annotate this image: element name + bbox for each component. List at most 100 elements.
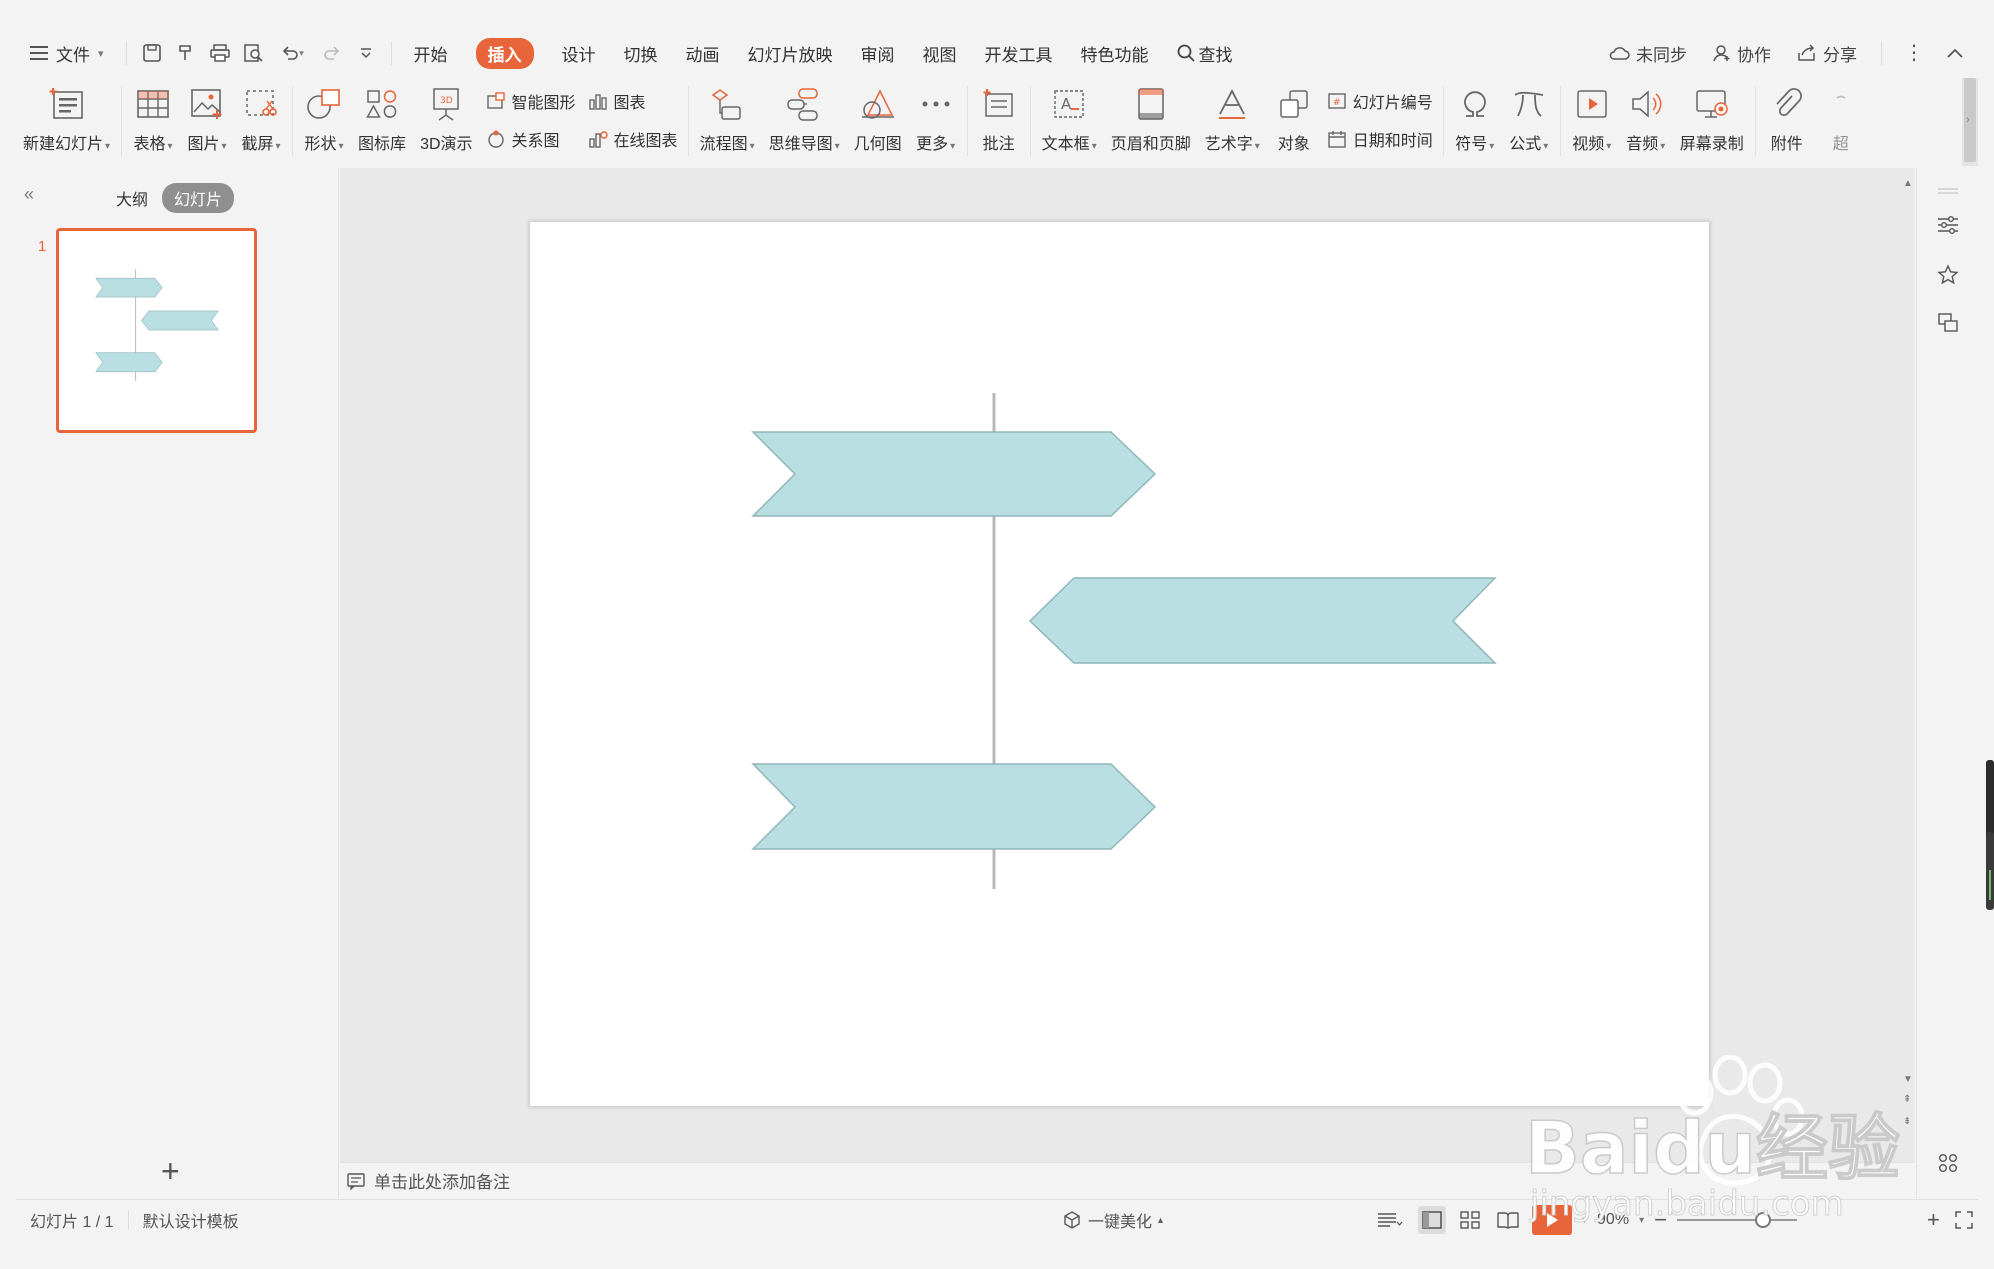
beautify-button[interactable]: 一键美化 ▴ bbox=[1062, 1200, 1163, 1240]
share-button[interactable]: 分享 bbox=[1787, 28, 1867, 78]
save-button[interactable] bbox=[135, 28, 169, 78]
zoom-in-button[interactable]: + bbox=[1927, 1207, 1940, 1233]
datetime-button[interactable]: 日期和时间 bbox=[1327, 124, 1433, 154]
geometry-button[interactable]: 几何图 bbox=[847, 78, 909, 164]
notes-toggle-button[interactable] bbox=[1372, 1206, 1408, 1234]
textbox-button[interactable]: A 文本框 bbox=[1035, 78, 1104, 164]
chart-button[interactable]: 图表 bbox=[588, 86, 678, 116]
prev-slide-icon[interactable]: ⇞ bbox=[1903, 1094, 1911, 1105]
tab-design[interactable]: 设计 bbox=[548, 28, 610, 78]
table-button[interactable]: 表格 bbox=[126, 78, 180, 164]
wordart-button[interactable]: 艺术字 bbox=[1198, 78, 1267, 164]
side-drawer-handle[interactable] bbox=[1984, 760, 1994, 910]
online-chart-icon bbox=[588, 131, 608, 148]
customize-toolbar-button[interactable] bbox=[349, 28, 383, 78]
slide-number-button[interactable]: # 幻灯片编号 bbox=[1327, 86, 1433, 116]
3d-demo-button[interactable]: 3D 3D演示 bbox=[413, 78, 479, 164]
sync-button[interactable]: 未同步 bbox=[1598, 28, 1697, 78]
zoom-slider[interactable] bbox=[1676, 1212, 1797, 1228]
tab-developer[interactable]: 开发工具 bbox=[971, 28, 1067, 78]
zoom-out-button[interactable]: − bbox=[1654, 1207, 1667, 1233]
icon-library-icon bbox=[362, 82, 402, 126]
slide-thumbnail[interactable] bbox=[56, 228, 257, 433]
right-arrow-banner-bottom[interactable] bbox=[751, 763, 1157, 850]
tab-view[interactable]: 视图 bbox=[909, 28, 971, 78]
right-arrow-banner-top[interactable] bbox=[751, 431, 1157, 517]
table-label: 表格 bbox=[134, 130, 173, 154]
wordart-label: 艺术字 bbox=[1205, 130, 1260, 154]
format-painter-button[interactable] bbox=[169, 28, 203, 78]
file-menu[interactable]: 文件 ▾ bbox=[16, 28, 118, 78]
icon-library-button[interactable]: 图标库 bbox=[351, 78, 413, 164]
flowchart-button[interactable]: 流程图 bbox=[693, 78, 762, 164]
symbol-button[interactable]: 符号 bbox=[1448, 78, 1502, 164]
print-icon bbox=[209, 44, 230, 62]
tab-home[interactable]: 开始 bbox=[400, 28, 462, 78]
more-options-button[interactable]: ⋮ bbox=[1896, 28, 1932, 78]
object-button[interactable]: 对象 bbox=[1267, 78, 1321, 164]
relation-diagram-button[interactable]: 关系图 bbox=[486, 124, 576, 154]
left-arrow-banner-middle[interactable] bbox=[1028, 577, 1497, 664]
video-button[interactable]: 视频 bbox=[1565, 78, 1619, 164]
vertical-scrollbar[interactable]: ▲ ▼ ⇞ ⇟ bbox=[1902, 168, 1916, 1162]
reading-view-button[interactable] bbox=[1494, 1206, 1522, 1234]
tab-slideshow[interactable]: 幻灯片放映 bbox=[734, 28, 847, 78]
chevron-up-icon bbox=[1947, 48, 1963, 58]
add-slide-button[interactable]: + bbox=[161, 1153, 180, 1190]
audio-button[interactable]: 音频 bbox=[1619, 78, 1673, 164]
formula-button[interactable]: 公式 bbox=[1502, 78, 1556, 164]
print-button[interactable] bbox=[203, 28, 237, 78]
smart-graphic-button[interactable]: 智能图形 bbox=[486, 86, 576, 116]
scroll-down-icon[interactable]: ▼ bbox=[1903, 1074, 1913, 1085]
new-slide-button[interactable]: 新建幻灯片 bbox=[16, 78, 117, 164]
tab-review[interactable]: 审阅 bbox=[847, 28, 909, 78]
icon-library-label: 图标库 bbox=[358, 136, 407, 153]
collaborate-button[interactable]: 协作 bbox=[1703, 28, 1781, 78]
more-button[interactable]: 更多 bbox=[909, 78, 963, 164]
template-name[interactable]: 默认设计模板 bbox=[129, 1208, 253, 1232]
undo-button[interactable]: ▾ bbox=[271, 28, 315, 78]
mindmap-label: 思维导图 bbox=[769, 130, 840, 154]
more-panels-button[interactable] bbox=[1935, 1150, 1961, 1176]
attachment-button[interactable]: 附件 bbox=[1760, 78, 1814, 164]
search-button[interactable]: 查找 bbox=[1163, 28, 1247, 78]
slide-sorter-button[interactable] bbox=[1456, 1206, 1484, 1234]
tab-slides[interactable]: 幻灯片 bbox=[162, 183, 235, 213]
properties-button[interactable] bbox=[1935, 212, 1961, 238]
book-icon bbox=[1497, 1212, 1519, 1229]
chevron-down-icon[interactable]: ▾ bbox=[1582, 1215, 1587, 1226]
fit-window-button[interactable] bbox=[1950, 1206, 1978, 1234]
tab-insert[interactable]: 插入 bbox=[462, 28, 548, 78]
animation-pane-button[interactable] bbox=[1935, 262, 1961, 288]
transition-pane-button[interactable] bbox=[1935, 310, 1961, 336]
zoom-slider-knob[interactable] bbox=[1754, 1212, 1771, 1228]
shape-button[interactable]: 形状 bbox=[297, 78, 351, 164]
online-chart-button[interactable]: 在线图表 bbox=[588, 124, 678, 154]
screen-record-button[interactable]: 屏幕录制 bbox=[1673, 78, 1751, 164]
attachment-label: 附件 bbox=[1770, 136, 1803, 153]
redo-button[interactable] bbox=[315, 28, 349, 78]
right-sidebar bbox=[1916, 168, 1978, 1198]
collapse-ribbon-button[interactable] bbox=[1938, 28, 1972, 78]
hyperlink-button[interactable]: 超 bbox=[1814, 78, 1868, 164]
comment-button[interactable]: 批注 bbox=[972, 78, 1026, 164]
tab-outline[interactable]: 大纲 bbox=[116, 186, 148, 210]
collapse-panel-button[interactable]: « bbox=[24, 184, 34, 205]
slide-canvas[interactable] bbox=[529, 221, 1710, 1107]
ribbon-scroll-right[interactable]: › bbox=[1962, 78, 1978, 166]
star-icon bbox=[1937, 264, 1959, 285]
notes-area[interactable]: 单击此处添加备注 bbox=[340, 1162, 1915, 1198]
scroll-up-icon[interactable]: ▲ bbox=[1903, 178, 1913, 189]
header-footer-button[interactable]: 页眉和页脚 bbox=[1104, 78, 1198, 164]
play-slideshow-button[interactable] bbox=[1532, 1205, 1572, 1235]
print-preview-button[interactable] bbox=[237, 28, 271, 78]
mindmap-button[interactable]: 思维导图 bbox=[762, 78, 847, 164]
normal-view-button[interactable] bbox=[1418, 1206, 1446, 1234]
tab-special-features[interactable]: 特色功能 bbox=[1067, 28, 1163, 78]
screenshot-button[interactable]: 截屏 bbox=[234, 78, 288, 164]
picture-button[interactable]: 图片 bbox=[180, 78, 234, 164]
tab-transition[interactable]: 切换 bbox=[610, 28, 672, 78]
next-slide-icon[interactable]: ⇟ bbox=[1903, 1116, 1911, 1127]
tab-animation[interactable]: 动画 bbox=[672, 28, 734, 78]
zoom-level[interactable]: 90% bbox=[1597, 1211, 1629, 1229]
